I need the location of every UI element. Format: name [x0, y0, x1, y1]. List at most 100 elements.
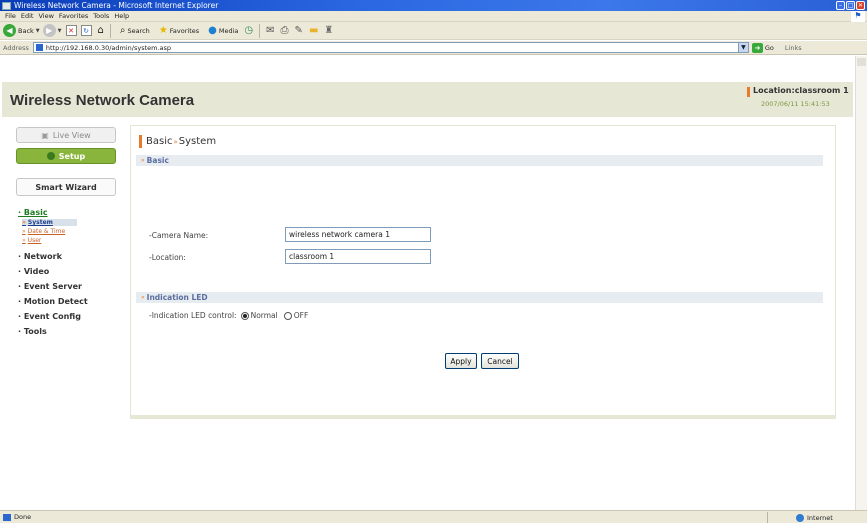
maximize-icon[interactable]: □ [846, 1, 855, 10]
windows-logo-icon: ⚑ [851, 11, 865, 22]
location-accent-bar [747, 87, 750, 97]
camera-icon: ▣ [41, 130, 49, 140]
sidebar-item-event-config[interactable]: · Event Config [18, 312, 123, 321]
close-icon[interactable]: ✕ [856, 1, 865, 10]
stop-icon[interactable]: ✕ [65, 25, 77, 36]
sidebar-item-basic[interactable]: · Basic [18, 208, 123, 217]
led-off-label[interactable]: OFF [294, 311, 309, 320]
page-viewport: Wireless Network Camera Location:classro… [0, 56, 855, 510]
folder-icon[interactable]: ▬ [309, 25, 318, 36]
go-arrow-icon: ➜ [751, 42, 763, 53]
led-control-label: -Indication LED control: [149, 311, 237, 320]
cancel-button[interactable]: Cancel [481, 353, 519, 369]
sidebar-subitem-system[interactable]: » System [22, 219, 77, 226]
search-button[interactable]: ⌕ Search [114, 23, 150, 39]
print-icon[interactable]: ⎙ [281, 25, 289, 36]
led-control-row: -Indication LED control: Normal OFF [149, 311, 308, 320]
favorites-button[interactable]: ★ Favorites [153, 23, 199, 39]
section-header-indication-led: » Indication LED [136, 292, 823, 303]
sidebar-subitem-date-time[interactable]: » Date & Time [22, 228, 123, 235]
search-label: Search [127, 26, 150, 35]
sidebar-subitem-user-label: User [27, 237, 42, 244]
camera-name-input[interactable] [285, 227, 431, 242]
location-label: -Location: [149, 253, 186, 262]
sidebar-item-motion-detect[interactable]: · Motion Detect [18, 297, 123, 306]
links-button[interactable]: Links [785, 44, 802, 52]
page-title-part1: Basic [146, 136, 173, 147]
media-icon: ● [208, 25, 217, 36]
apply-button[interactable]: Apply [445, 353, 477, 369]
page-done-icon [3, 513, 11, 521]
section-header-basic: » Basic [136, 155, 823, 166]
page-title-separator: » [173, 137, 178, 146]
smart-wizard-button[interactable]: Smart Wizard [16, 178, 116, 196]
zone-label: Internet [807, 513, 833, 522]
smart-wizard-label: Smart Wizard [35, 182, 97, 192]
sidebar-subitem-date-time-label: Date & Time [27, 228, 66, 235]
history-icon[interactable]: ◷ [244, 25, 253, 36]
forward-dropdown-icon[interactable]: ▼ [58, 28, 62, 34]
page-title-part2: System [178, 136, 217, 147]
edit-icon[interactable]: ✎ [295, 25, 303, 36]
page-header: Wireless Network Camera Location:classro… [2, 82, 853, 117]
page-title: Basic » System [139, 135, 216, 148]
address-bar: Address http://192.168.0.30/admin/system… [0, 41, 867, 55]
media-button[interactable]: ● Media [202, 23, 238, 39]
led-normal-radio[interactable] [240, 311, 249, 320]
forward-arrow-icon: ▶ [42, 24, 56, 37]
chevron-icon: » [22, 237, 26, 244]
ie-app-icon [2, 1, 11, 10]
refresh-icon[interactable]: ↻ [80, 25, 92, 36]
location-input[interactable] [285, 249, 431, 264]
address-dropdown-icon[interactable]: ▼ [737, 43, 748, 52]
security-zone: Internet [767, 512, 865, 523]
live-view-button[interactable]: ▣ Live View [16, 127, 116, 143]
home-icon[interactable]: ⌂ [98, 25, 104, 36]
live-view-label: Live View [52, 130, 91, 140]
sidebar-item-event-server[interactable]: · Event Server [18, 282, 123, 291]
chevron-icon: » [141, 294, 145, 301]
messenger-icon[interactable]: ♜ [324, 25, 333, 36]
scrollbar-thumb[interactable] [857, 58, 866, 66]
window-controls: – □ ✕ [836, 1, 865, 10]
favorites-label: Favorites [169, 26, 200, 35]
sidebar-subitem-user[interactable]: » User [22, 237, 123, 244]
led-off-radio[interactable] [283, 311, 292, 320]
forward-button[interactable]: ▶ ▼ [42, 23, 62, 39]
camera-name-label: -Camera Name: [149, 231, 209, 240]
led-normal-label[interactable]: Normal [251, 311, 278, 320]
main-content: Basic » System » Basic -Camera Name: -Lo… [130, 125, 836, 419]
go-button[interactable]: ➜ Go [751, 42, 774, 53]
sidebar-item-video[interactable]: · Video [18, 267, 123, 276]
vertical-scrollbar[interactable] [855, 56, 867, 510]
sidebar-nav: · Basic » System » Date & Time » User · Net… [18, 208, 123, 336]
status-text: Done [14, 513, 32, 521]
menu-edit[interactable]: Edit [21, 12, 34, 20]
menu-file[interactable]: File [5, 12, 16, 20]
setup-button[interactable]: Setup [16, 148, 116, 164]
address-url[interactable]: http://192.168.0.30/admin/system.asp [46, 44, 738, 52]
section-basic-title: Basic [146, 156, 169, 165]
menu-view[interactable]: View [38, 12, 53, 20]
internet-globe-icon [796, 513, 804, 522]
sidebar-item-tools[interactable]: · Tools [18, 327, 123, 336]
go-label: Go [764, 43, 774, 52]
site-title: Wireless Network Camera [10, 92, 195, 109]
address-input[interactable]: http://192.168.0.30/admin/system.asp ▼ [32, 42, 749, 53]
address-label: Address [3, 43, 29, 52]
back-arrow-icon: ◀ [3, 24, 16, 37]
chevron-icon: » [141, 157, 145, 164]
menu-favorites[interactable]: Favorites [59, 12, 88, 20]
media-label: Media [218, 26, 239, 35]
chevron-icon: » [22, 228, 26, 235]
minimize-icon[interactable]: – [836, 1, 845, 10]
setup-label: Setup [58, 151, 86, 161]
mail-icon[interactable]: ✉ [266, 25, 274, 36]
sidebar-item-network[interactable]: · Network [18, 252, 123, 261]
menu-tools[interactable]: Tools [93, 12, 109, 20]
back-button[interactable]: ◀ Back ▼ [3, 23, 40, 39]
datetime-text: 2007/06/11 15:41:53 [761, 100, 830, 108]
menu-help[interactable]: Help [114, 12, 129, 20]
back-dropdown-icon[interactable]: ▼ [36, 28, 40, 34]
window-titlebar: Wireless Network Camera - Microsoft Inte… [0, 0, 867, 11]
